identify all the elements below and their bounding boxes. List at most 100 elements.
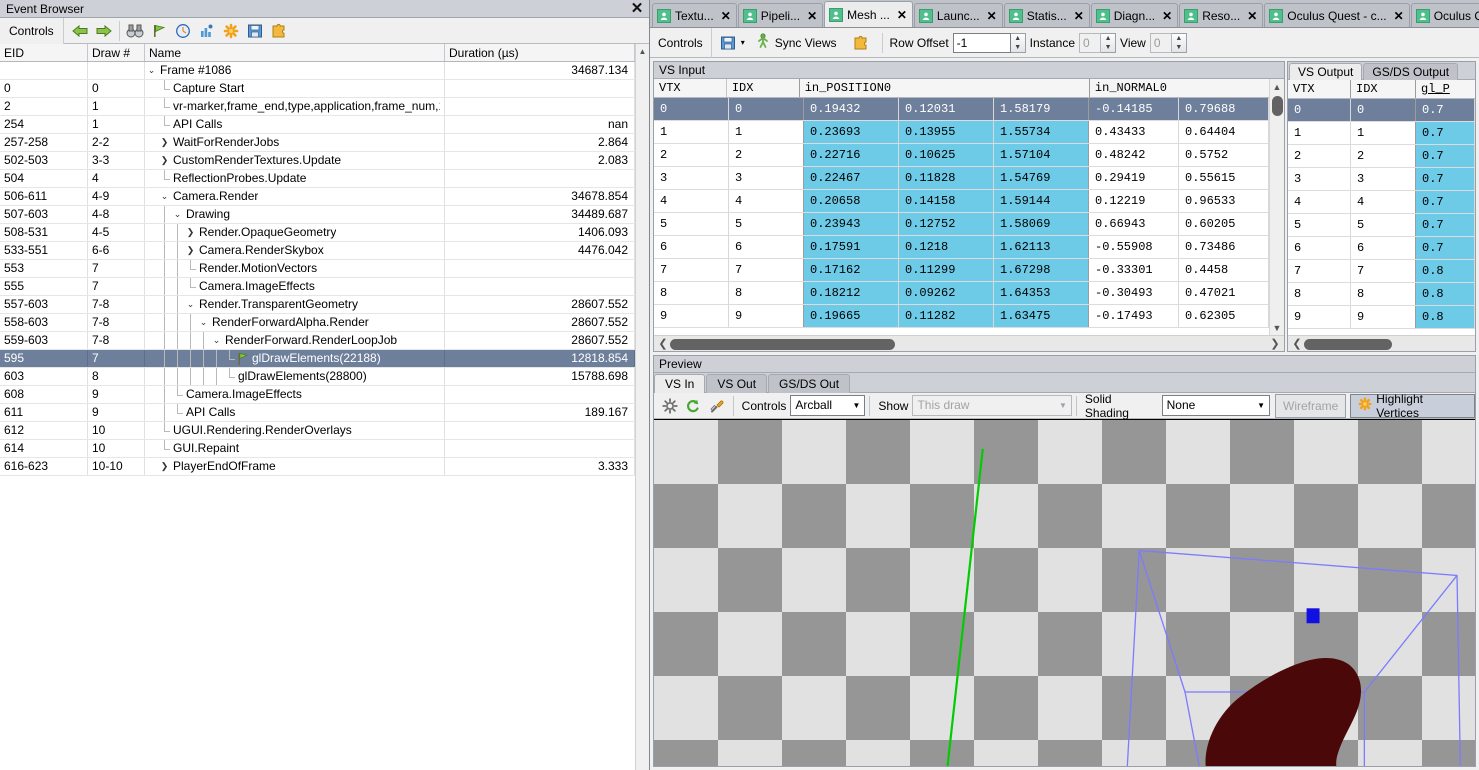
twisty-collapsed-icon[interactable]: ❯ [184,224,197,241]
table-row[interactable]: 507-603 4-8 ⌄ Drawing 34489.687 [0,206,635,224]
scroll-right-icon[interactable]: ❯ [1268,337,1282,350]
column-header-in-normal0[interactable]: in_NORMAL0 [1090,79,1269,97]
column-header-idx[interactable]: IDX [1351,80,1416,98]
table-row[interactable]: 1 1 0.7 [1288,122,1475,145]
scroll-up-icon[interactable]: ▲ [636,44,650,58]
table-row[interactable]: 603 8 glDrawElements(28800) 15788.698 [0,368,635,386]
table-row[interactable]: 557-603 7-8 ⌄ Render.TransparentGeometry 286… [0,296,635,314]
asterisk-icon[interactable] [219,20,243,42]
column-header-gl-position[interactable]: gl_P [1416,80,1475,98]
green-flag-icon[interactable] [147,20,171,42]
table-row[interactable]: 614 10 GUI.Repaint [0,440,635,458]
window-tab[interactable]: Textu... ✕ [652,3,737,27]
puzzle-icon[interactable] [267,20,291,42]
scroll-down-icon[interactable]: ▼ [1270,320,1285,335]
window-tab[interactable]: Launc... ✕ [913,3,1003,27]
gear-icon[interactable] [658,394,682,418]
window-tab[interactable]: Reso... ✕ [1179,3,1264,27]
twisty-expanded-icon[interactable]: ⌄ [197,314,210,331]
column-header-draw[interactable]: Draw # [88,44,145,61]
vs-output-tab[interactable]: GS/DS Output [1363,63,1459,80]
timer-icon[interactable] [171,20,195,42]
scroll-thumb[interactable] [1271,96,1283,116]
table-row[interactable]: 612 10 UGUI.Rendering.RenderOverlays [0,422,635,440]
preview-tab[interactable]: VS Out [706,374,768,393]
table-row[interactable]: 558-603 7-8 ⌄ RenderForwardAlpha.Render 2860… [0,314,635,332]
event-browser-scrollbar[interactable]: ▲ [635,44,649,770]
close-icon[interactable]: ✕ [1162,9,1172,23]
save-icon[interactable] [716,32,740,54]
table-row[interactable]: 616-623 10-10 ❯ PlayerEndOfFrame 3.333 [0,458,635,476]
table-row[interactable]: 7 7 0.17162 0.11299 1.67298 -0.33301 0.4458 [654,259,1269,282]
table-row[interactable]: 6 6 0.7 [1288,237,1475,260]
twisty-expanded-icon[interactable]: ⌄ [145,62,158,79]
chevron-down-icon[interactable]: ▾ [741,38,745,47]
table-row[interactable]: 254 1 API Calls nan [0,116,635,134]
row-offset-input[interactable]: -1 [952,32,1011,53]
column-header-eid[interactable]: EID [0,44,88,61]
column-header-in-position0[interactable]: in_POSITION0 [800,79,1090,97]
twisty-collapsed-icon[interactable]: ❯ [184,242,197,259]
bar-chart-icon[interactable] [195,20,219,42]
twisty-expanded-icon[interactable]: ⌄ [158,188,171,205]
window-tab[interactable]: Oculus Quest - c... ✕ [1264,3,1410,27]
column-header-duration[interactable]: Duration (µs) [445,44,635,61]
vs-output-tab[interactable]: VS Output [1289,63,1363,80]
highlight-vertices-button[interactable]: Highlight Vertices [1350,392,1475,420]
puzzle-icon[interactable] [849,32,873,54]
column-header-vtx[interactable]: VTX [1288,80,1351,98]
close-icon[interactable]: ✕ [721,9,731,23]
window-tab[interactable]: Diagn... ✕ [1090,3,1179,27]
window-tab[interactable]: Statis... ✕ [1003,3,1090,27]
back-arrow-icon[interactable] [68,20,92,42]
scroll-left-icon[interactable]: ❮ [656,337,670,350]
scroll-thumb[interactable] [1304,338,1392,350]
table-row[interactable]: 4 4 0.7 [1288,191,1475,214]
twisty-expanded-icon[interactable]: ⌄ [171,206,184,223]
sync-views-button[interactable]: Sync Views [749,31,843,55]
preview-tab[interactable]: GS/DS Out [768,374,851,393]
vs-input-hscrollbar[interactable]: ❮ ❯ [654,335,1284,351]
column-header-vtx[interactable]: VTX [654,79,727,97]
table-row[interactable]: 506-611 4-9 ⌄ Camera.Render 34678.854 [0,188,635,206]
close-icon[interactable]: ✕ [1074,9,1084,23]
spin-down-icon[interactable]: ▼ [1011,43,1025,52]
table-row[interactable]: 9 9 0.19665 0.11282 1.63475 -0.17493 0.62305 [654,305,1269,328]
close-icon[interactable]: ✕ [987,9,997,23]
vs-output-hscrollbar[interactable]: ❮ [1288,335,1475,351]
table-row[interactable]: 6 6 0.17591 0.1218 1.62113 -0.55908 0.73486 [654,236,1269,259]
twisty-collapsed-icon[interactable]: ❯ [158,458,171,475]
preview-tab[interactable]: VS In [654,374,706,393]
table-row[interactable]: 533-551 6-6 ❯ Camera.RenderSkybox 4476.042 [0,242,635,260]
mesh-viewport[interactable] [654,419,1475,766]
find-binoculars-icon[interactable] [123,20,147,42]
eyedropper-icon[interactable] [705,394,729,418]
table-row[interactable]: 7 7 0.8 [1288,260,1475,283]
scroll-up-icon[interactable]: ▲ [1270,79,1285,94]
table-row[interactable]: 4 4 0.20658 0.14158 1.59144 0.12219 0.96533 [654,190,1269,213]
hscroll-track[interactable] [670,338,1268,350]
table-row[interactable]: 0 0 0.19432 0.12031 1.58179 -0.14185 0.79688 [654,98,1269,121]
window-tab[interactable]: Pipeli... ✕ [737,3,824,27]
table-row[interactable]: 555 7 Camera.ImageEffects [0,278,635,296]
table-row[interactable]: 8 8 0.8 [1288,283,1475,306]
window-tab[interactable]: Oculus Quest - c... [1410,3,1479,27]
table-row[interactable]: 5 5 0.7 [1288,214,1475,237]
table-row[interactable]: 9 9 0.8 [1288,306,1475,329]
twisty-collapsed-icon[interactable]: ❯ [158,152,171,169]
table-row[interactable]: 0 0 Capture Start [0,80,635,98]
table-row[interactable]: 504 4 ReflectionProbes.Update [0,170,635,188]
window-tab[interactable]: Mesh ... ✕ [824,1,913,27]
spin-up-icon[interactable]: ▲ [1011,34,1025,43]
column-header-name[interactable]: Name [145,44,445,61]
table-row[interactable]: 2 2 0.7 [1288,145,1475,168]
table-row[interactable]: 502-503 3-3 ❯ CustomRenderTextures.Update 2.… [0,152,635,170]
twisty-collapsed-icon[interactable]: ❯ [158,134,171,151]
table-row[interactable]: ⌄ Frame #1086 34687.134 [0,62,635,80]
scroll-thumb[interactable] [670,338,895,350]
twisty-expanded-icon[interactable]: ⌄ [210,332,223,349]
table-row[interactable]: 1 1 0.23693 0.13955 1.55734 0.43433 0.64404 [654,121,1269,144]
row-offset-spin-buttons[interactable]: ▲ ▼ [1010,32,1026,53]
forward-arrow-icon[interactable] [92,20,116,42]
reset-arrow-icon[interactable] [682,394,706,418]
